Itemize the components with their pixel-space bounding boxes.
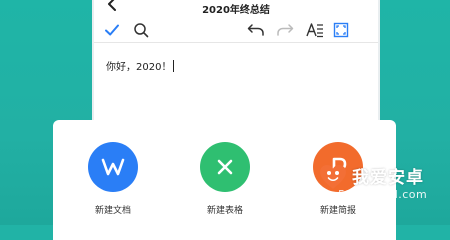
site-watermark: 我爱安卓 52android.com [318, 160, 448, 225]
search-icon [134, 23, 149, 38]
editor-screen: 2020年终总结 你好，2020！ [94, 0, 378, 140]
fit-screen-button[interactable] [332, 21, 350, 39]
editor-toolbar [94, 18, 378, 43]
search-button[interactable] [132, 21, 150, 39]
sheet-x-icon [200, 142, 250, 192]
title-bar: 2020年终总结 [94, 0, 378, 16]
text-format-button[interactable] [306, 21, 324, 39]
check-icon [105, 24, 119, 36]
redo-button[interactable] [276, 21, 294, 39]
confirm-button[interactable] [103, 21, 121, 39]
new-spreadsheet-button[interactable]: 新建表格 [185, 142, 265, 232]
document-body[interactable]: 你好，2020！ [106, 58, 175, 73]
document-text: 你好，2020！ [106, 62, 172, 73]
text-format-icon [306, 23, 323, 38]
fit-screen-icon [333, 22, 349, 38]
new-document-label: 新建文档 [94, 206, 131, 216]
new-document-button[interactable]: 新建文档 [73, 142, 153, 232]
redo-icon [277, 24, 294, 36]
text-cursor [173, 59, 175, 72]
doc-w-icon [88, 142, 138, 192]
new-spreadsheet-label: 新建表格 [206, 206, 243, 216]
undo-icon [247, 24, 264, 36]
document-title: 2020年终总结 [202, 4, 270, 16]
watermark-name: 我爱安卓 [352, 168, 424, 188]
undo-button[interactable] [247, 21, 265, 39]
watermark-site: 52android.com [338, 188, 428, 201]
